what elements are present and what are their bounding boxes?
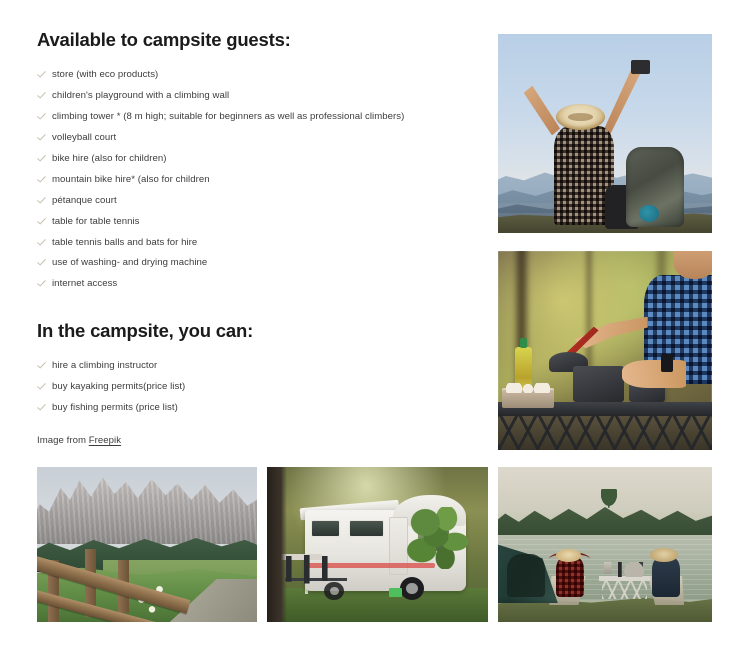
foreground-leaves (404, 507, 475, 570)
list-item-label: climbing tower * (8 m high; suitable for… (52, 110, 405, 122)
list-item: bike hire (also for children) (37, 148, 482, 169)
check-icon (37, 217, 46, 226)
list-item: use of washing- and drying machine (37, 253, 482, 274)
hiker-arms-raised-photo (498, 34, 712, 233)
camping-pot (572, 366, 625, 403)
list-item: buy fishing permits (price list) (37, 397, 482, 418)
camera-in-hand (630, 59, 650, 74)
list-item-label: volleyball court (52, 131, 117, 143)
person-right-hat (649, 547, 678, 562)
check-icon (37, 279, 46, 288)
cook-head (673, 251, 712, 279)
list-item-label: mountain bike hire* (also for children (52, 173, 210, 185)
check-icon (37, 112, 46, 121)
palm-tree (596, 488, 623, 514)
list-item-label: store (with eco products) (52, 68, 159, 80)
list-item: pétanque court (37, 190, 482, 211)
list-item-label: pétanque court (52, 194, 117, 206)
list-item: hire a climbing instructor (37, 355, 482, 376)
secondary-heading: In the campsite, you can: (37, 319, 254, 341)
straw-hat (555, 103, 605, 130)
page-root: Available to campsite guests: store (wit… (0, 0, 750, 657)
lakeside-tent-photo (498, 467, 712, 622)
front-wheel (399, 577, 424, 601)
freepik-link[interactable]: Freepik (89, 435, 121, 446)
camp-cooking-photo (498, 251, 712, 450)
camper-van-photo (267, 467, 488, 622)
list-item-label: children's playground with a climbing wa… (52, 89, 230, 101)
list-item: mountain bike hire* (also for children (37, 169, 482, 190)
list-item-label: internet access (52, 278, 118, 290)
cook-resting-arm (622, 360, 687, 389)
image-credit: Image from Freepik (37, 435, 482, 446)
check-icon (37, 258, 46, 267)
check-icon (37, 133, 46, 142)
mountain-fence-photo (37, 467, 257, 622)
check-icon (37, 382, 46, 391)
camper-window (311, 519, 340, 537)
list-item-label: table for table tennis (52, 215, 140, 227)
tent-door (506, 553, 546, 598)
camper-window (348, 519, 385, 537)
list-item-label: bike hire (also for children) (52, 152, 167, 164)
list-item: buy kayaking permits(price list) (37, 376, 482, 397)
green-bucket (388, 587, 402, 598)
check-icon (37, 91, 46, 100)
check-icon (37, 154, 46, 163)
table-items (602, 561, 650, 578)
check-icon (37, 361, 46, 370)
person-left-hat (555, 549, 582, 562)
check-icon (37, 238, 46, 247)
page-title: Available to campsite guests: (37, 29, 291, 50)
camp-cooking-scene (498, 251, 712, 450)
person-right (652, 556, 680, 598)
tree-trunk (267, 467, 287, 622)
list-item: table for table tennis (37, 211, 482, 232)
camping-chairs (284, 553, 347, 601)
content-column: Available to campsite guests: store (wit… (37, 28, 482, 446)
check-icon (37, 196, 46, 205)
wristwatch (660, 354, 674, 373)
image-credit-prefix: Image from (37, 435, 89, 447)
check-icon (37, 175, 46, 184)
list-item: climbing tower * (8 m high; suitable for… (37, 106, 482, 127)
list-item: store (with eco products) (37, 64, 482, 85)
list-item: table tennis balls and bats for hire (37, 232, 482, 253)
list-item: internet access (37, 274, 482, 295)
list-item-label: buy fishing permits (price list) (52, 401, 178, 413)
check-icon (37, 70, 46, 79)
list-item-label: hire a climbing instructor (52, 359, 158, 371)
list-item: volleyball court (37, 127, 482, 148)
camper-van-scene (267, 467, 488, 622)
mountain-scene (37, 467, 257, 622)
list-item-label: table tennis balls and bats for hire (52, 236, 198, 248)
campsite-activities-list: hire a climbing instructor buy kayaking … (37, 355, 482, 418)
hiker-scene (498, 34, 712, 233)
hiking-backpack (626, 147, 685, 228)
guest-amenities-list: store (with eco products) children's pla… (37, 64, 482, 295)
check-icon (37, 403, 46, 412)
list-item: children's playground with a climbing wa… (37, 85, 482, 106)
list-item-label: use of washing- and drying machine (52, 257, 208, 269)
egg-carton (502, 382, 554, 409)
lakeside-scene (498, 467, 712, 622)
list-item-label: buy kayaking permits(price list) (52, 380, 186, 392)
folding-table-legs (498, 416, 712, 450)
